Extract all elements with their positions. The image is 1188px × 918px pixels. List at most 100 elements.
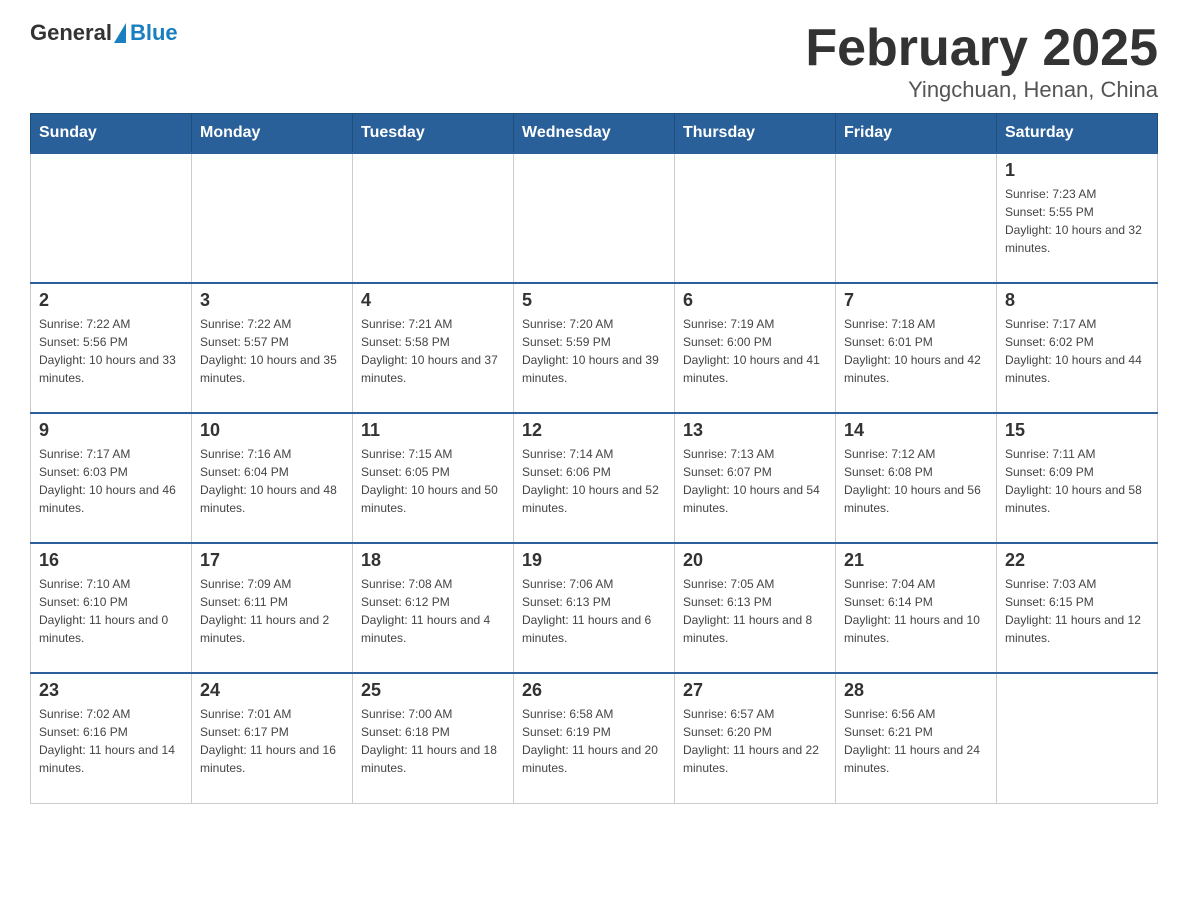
- day-info: Sunrise: 7:01 AMSunset: 6:17 PMDaylight:…: [200, 705, 344, 777]
- logo-triangle-icon: [114, 23, 126, 43]
- day-number: 14: [844, 420, 988, 441]
- day-info: Sunrise: 7:16 AMSunset: 6:04 PMDaylight:…: [200, 445, 344, 517]
- day-info: Sunrise: 7:05 AMSunset: 6:13 PMDaylight:…: [683, 575, 827, 647]
- calendar-day-cell: 25 Sunrise: 7:00 AMSunset: 6:18 PMDayligh…: [353, 673, 514, 803]
- calendar-day-cell: 15 Sunrise: 7:11 AMSunset: 6:09 PMDayligh…: [997, 413, 1158, 543]
- day-info: Sunrise: 7:03 AMSunset: 6:15 PMDaylight:…: [1005, 575, 1149, 647]
- day-info: Sunrise: 7:22 AMSunset: 5:57 PMDaylight:…: [200, 315, 344, 387]
- header-monday: Monday: [192, 114, 353, 154]
- calendar-day-cell: 6 Sunrise: 7:19 AMSunset: 6:00 PMDaylight…: [675, 283, 836, 413]
- day-number: 4: [361, 290, 505, 311]
- calendar-day-cell: 1Sunrise: 7:23 AMSunset: 5:55 PMDaylight…: [997, 153, 1158, 283]
- calendar-day-cell: 5Sunrise: 7:20 AMSunset: 5:59 PMDaylight…: [514, 283, 675, 413]
- calendar-week-row: 2 Sunrise: 7:22 AMSunset: 5:56 PMDaylight…: [31, 283, 1158, 413]
- calendar-day-cell: 20 Sunrise: 7:05 AMSunset: 6:13 PMDayligh…: [675, 543, 836, 673]
- day-number: 2: [39, 290, 183, 311]
- calendar-day-cell: 19 Sunrise: 7:06 AMSunset: 6:13 PMDayligh…: [514, 543, 675, 673]
- day-info: Sunrise: 7:11 AMSunset: 6:09 PMDaylight:…: [1005, 445, 1149, 517]
- calendar-day-cell: 8 Sunrise: 7:17 AMSunset: 6:02 PMDaylight…: [997, 283, 1158, 413]
- day-number: 25: [361, 680, 505, 701]
- calendar-day-cell: [836, 153, 997, 283]
- calendar-day-cell: 12 Sunrise: 7:14 AMSunset: 6:06 PMDayligh…: [514, 413, 675, 543]
- day-number: 19: [522, 550, 666, 571]
- day-info: Sunrise: 7:10 AMSunset: 6:10 PMDaylight:…: [39, 575, 183, 647]
- header-saturday: Saturday: [997, 114, 1158, 154]
- day-number: 18: [361, 550, 505, 571]
- day-info: Sunrise: 7:14 AMSunset: 6:06 PMDaylight:…: [522, 445, 666, 517]
- day-info: Sunrise: 7:17 AMSunset: 6:02 PMDaylight:…: [1005, 315, 1149, 387]
- day-number: 20: [683, 550, 827, 571]
- calendar-day-cell: 4 Sunrise: 7:21 AMSunset: 5:58 PMDaylight…: [353, 283, 514, 413]
- day-info: Sunrise: 7:00 AMSunset: 6:18 PMDaylight:…: [361, 705, 505, 777]
- calendar-day-cell: 18 Sunrise: 7:08 AMSunset: 6:12 PMDayligh…: [353, 543, 514, 673]
- calendar-day-cell: 16 Sunrise: 7:10 AMSunset: 6:10 PMDayligh…: [31, 543, 192, 673]
- calendar-day-cell: 26 Sunrise: 6:58 AMSunset: 6:19 PMDayligh…: [514, 673, 675, 803]
- calendar-day-cell: [514, 153, 675, 283]
- day-info: Sunrise: 7:09 AMSunset: 6:11 PMDaylight:…: [200, 575, 344, 647]
- calendar-day-cell: [31, 153, 192, 283]
- day-number: 3: [200, 290, 344, 311]
- day-number: 8: [1005, 290, 1149, 311]
- day-info: Sunrise: 7:02 AMSunset: 6:16 PMDaylight:…: [39, 705, 183, 777]
- calendar-day-cell: 9 Sunrise: 7:17 AMSunset: 6:03 PMDaylight…: [31, 413, 192, 543]
- header-thursday: Thursday: [675, 114, 836, 154]
- day-info: Sunrise: 7:22 AMSunset: 5:56 PMDaylight:…: [39, 315, 183, 387]
- logo-general-text: General: [30, 20, 112, 46]
- day-number: 10: [200, 420, 344, 441]
- calendar-day-cell: 24 Sunrise: 7:01 AMSunset: 6:17 PMDayligh…: [192, 673, 353, 803]
- day-number: 17: [200, 550, 344, 571]
- calendar-day-cell: 3 Sunrise: 7:22 AMSunset: 5:57 PMDaylight…: [192, 283, 353, 413]
- day-number: 9: [39, 420, 183, 441]
- day-info: Sunrise: 6:57 AMSunset: 6:20 PMDaylight:…: [683, 705, 827, 777]
- calendar-day-cell: [675, 153, 836, 283]
- logo-blue-text: Blue: [130, 20, 178, 46]
- calendar-table: Sunday Monday Tuesday Wednesday Thursday…: [30, 113, 1158, 804]
- calendar-day-cell: [192, 153, 353, 283]
- calendar-week-row: 16 Sunrise: 7:10 AMSunset: 6:10 PMDayligh…: [31, 543, 1158, 673]
- day-info: Sunrise: 7:18 AMSunset: 6:01 PMDaylight:…: [844, 315, 988, 387]
- day-info: Sunrise: 7:23 AMSunset: 5:55 PMDaylight:…: [1005, 185, 1149, 257]
- page-header: General Blue February 2025 Yingchuan, He…: [30, 20, 1158, 103]
- day-number: 6: [683, 290, 827, 311]
- day-info: Sunrise: 7:15 AMSunset: 6:05 PMDaylight:…: [361, 445, 505, 517]
- day-info: Sunrise: 7:21 AMSunset: 5:58 PMDaylight:…: [361, 315, 505, 387]
- calendar-day-cell: 11 Sunrise: 7:15 AMSunset: 6:05 PMDayligh…: [353, 413, 514, 543]
- day-info: Sunrise: 7:04 AMSunset: 6:14 PMDaylight:…: [844, 575, 988, 647]
- day-number: 22: [1005, 550, 1149, 571]
- day-number: 23: [39, 680, 183, 701]
- calendar-day-cell: 10 Sunrise: 7:16 AMSunset: 6:04 PMDayligh…: [192, 413, 353, 543]
- day-info: Sunrise: 7:17 AMSunset: 6:03 PMDaylight:…: [39, 445, 183, 517]
- day-number: 12: [522, 420, 666, 441]
- day-number: 27: [683, 680, 827, 701]
- calendar-title: February 2025: [805, 20, 1158, 77]
- day-number: 24: [200, 680, 344, 701]
- day-number: 21: [844, 550, 988, 571]
- day-info: Sunrise: 6:56 AMSunset: 6:21 PMDaylight:…: [844, 705, 988, 777]
- day-info: Sunrise: 7:08 AMSunset: 6:12 PMDaylight:…: [361, 575, 505, 647]
- calendar-day-cell: 14Sunrise: 7:12 AMSunset: 6:08 PMDayligh…: [836, 413, 997, 543]
- header-friday: Friday: [836, 114, 997, 154]
- day-info: Sunrise: 7:06 AMSunset: 6:13 PMDaylight:…: [522, 575, 666, 647]
- day-number: 26: [522, 680, 666, 701]
- day-number: 15: [1005, 420, 1149, 441]
- title-block: February 2025 Yingchuan, Henan, China: [805, 20, 1158, 103]
- calendar-day-cell: [997, 673, 1158, 803]
- calendar-subtitle: Yingchuan, Henan, China: [805, 77, 1158, 103]
- calendar-day-cell: 23 Sunrise: 7:02 AMSunset: 6:16 PMDayligh…: [31, 673, 192, 803]
- calendar-day-cell: 7 Sunrise: 7:18 AMSunset: 6:01 PMDaylight…: [836, 283, 997, 413]
- day-number: 28: [844, 680, 988, 701]
- day-info: Sunrise: 6:58 AMSunset: 6:19 PMDaylight:…: [522, 705, 666, 777]
- day-number: 13: [683, 420, 827, 441]
- day-number: 16: [39, 550, 183, 571]
- calendar-day-cell: 28 Sunrise: 6:56 AMSunset: 6:21 PMDayligh…: [836, 673, 997, 803]
- day-info: Sunrise: 7:13 AMSunset: 6:07 PMDaylight:…: [683, 445, 827, 517]
- weekday-header-row: Sunday Monday Tuesday Wednesday Thursday…: [31, 114, 1158, 154]
- calendar-day-cell: [353, 153, 514, 283]
- day-info: Sunrise: 7:20 AMSunset: 5:59 PMDaylight:…: [522, 315, 666, 387]
- calendar-day-cell: 13 Sunrise: 7:13 AMSunset: 6:07 PMDayligh…: [675, 413, 836, 543]
- day-number: 7: [844, 290, 988, 311]
- calendar-week-row: 1Sunrise: 7:23 AMSunset: 5:55 PMDaylight…: [31, 153, 1158, 283]
- calendar-week-row: 9 Sunrise: 7:17 AMSunset: 6:03 PMDaylight…: [31, 413, 1158, 543]
- day-number: 11: [361, 420, 505, 441]
- day-info: Sunrise: 7:19 AMSunset: 6:00 PMDaylight:…: [683, 315, 827, 387]
